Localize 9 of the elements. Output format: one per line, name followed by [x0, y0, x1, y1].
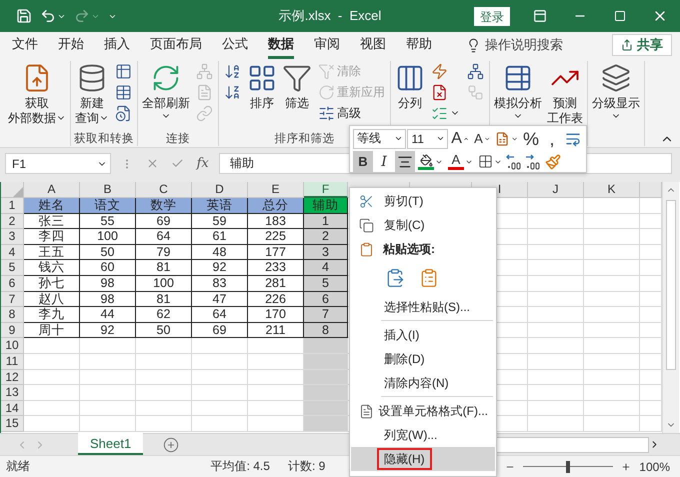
zoom-level: 100%: [639, 460, 670, 474]
group-label: 连接: [166, 132, 190, 146]
window-title: 示例.xlsx - Excel: [278, 7, 382, 25]
group-label: 排序和筛选: [274, 131, 334, 146]
status-count: 计数: 9: [288, 458, 326, 475]
group-label: 获取和转换: [74, 132, 134, 146]
status-text: 就绪: [6, 458, 30, 475]
status-average: 平均值: 4.5: [210, 458, 270, 475]
menu-heading: 粘贴选项:: [383, 240, 435, 258]
